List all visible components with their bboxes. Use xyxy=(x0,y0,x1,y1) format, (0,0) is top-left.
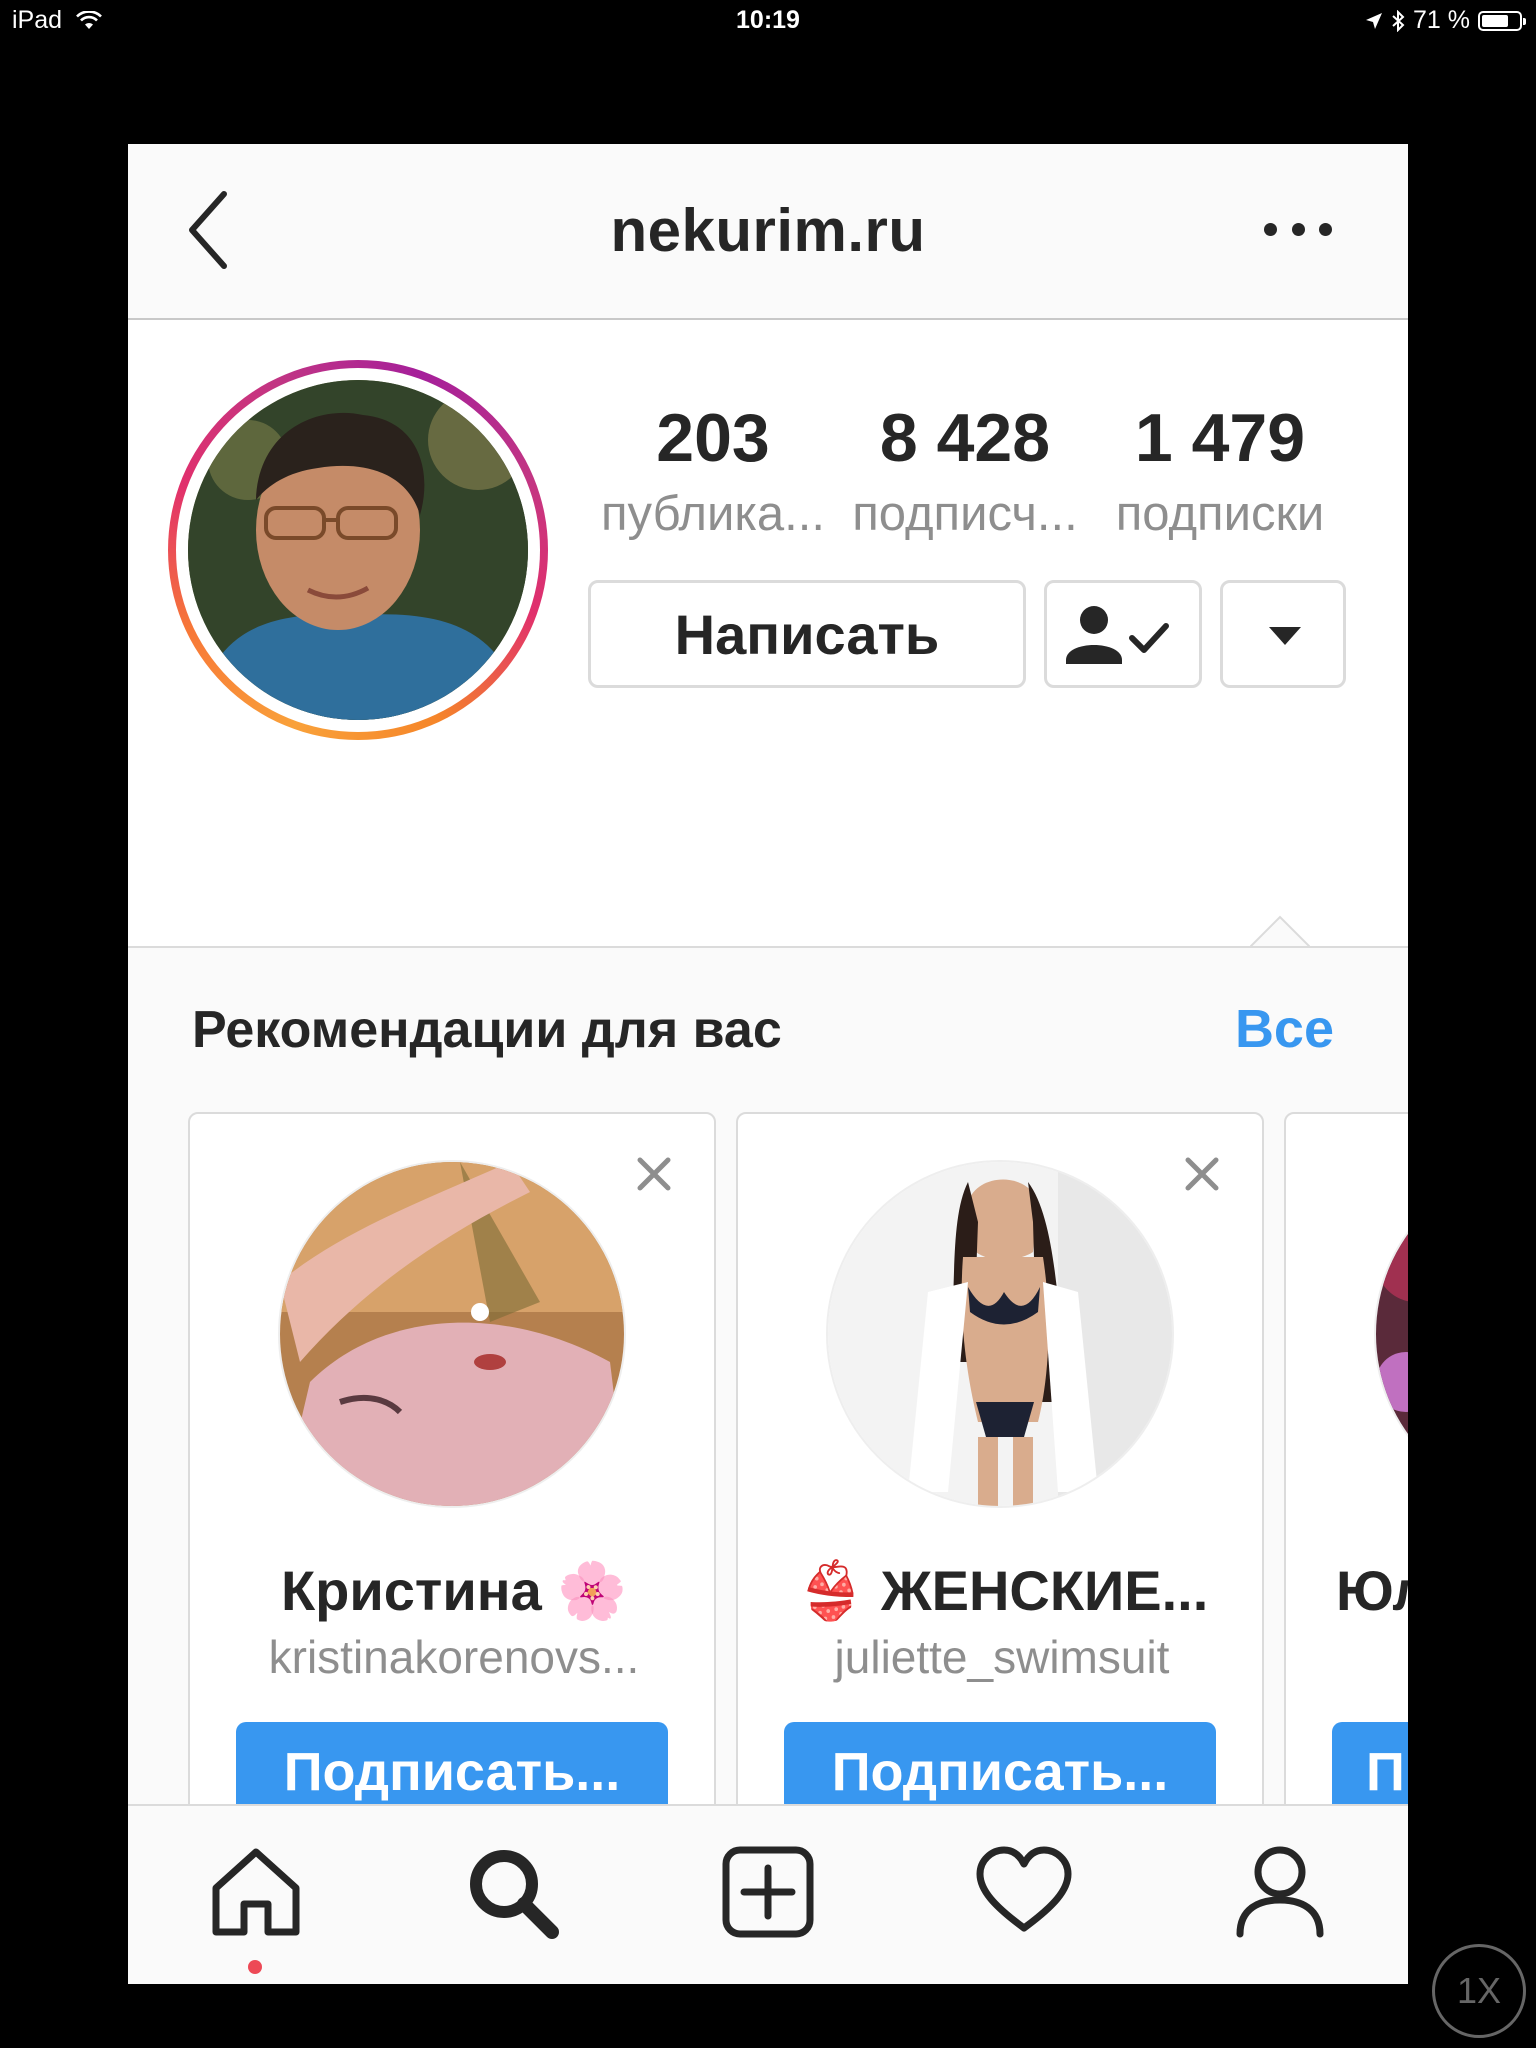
avatar-photo-partial xyxy=(1376,1162,1408,1506)
navigation-bar: nekurim.ru xyxy=(128,144,1408,320)
profile-username-title: nekurim.ru xyxy=(610,197,926,264)
location-arrow-icon xyxy=(1366,12,1383,29)
tab-new-post[interactable] xyxy=(718,1842,818,1942)
stat-value: 203 xyxy=(656,400,770,476)
suggestions-title: Рекомендации для вас xyxy=(192,1001,782,1059)
avatar-photo-man xyxy=(188,380,528,720)
avatar[interactable] xyxy=(826,1160,1174,1508)
see-all-link[interactable]: Все xyxy=(1235,998,1334,1060)
avatar[interactable] xyxy=(278,1160,626,1508)
tab-profile[interactable] xyxy=(1230,1842,1330,1942)
avatar xyxy=(188,380,528,720)
battery-icon xyxy=(1478,10,1526,31)
avatar-photo-woman xyxy=(280,1162,624,1506)
stat-value: 1 479 xyxy=(1134,400,1306,476)
close-icon[interactable] xyxy=(634,1154,674,1194)
instagram-profile-screen: nekurim.ru 203 публика... 8 428 подписч.… xyxy=(128,144,1408,1984)
profile-icon xyxy=(1236,1846,1324,1938)
following-button[interactable] xyxy=(1044,580,1202,688)
add-post-icon xyxy=(722,1846,814,1938)
home-icon xyxy=(212,1848,300,1936)
heart-icon xyxy=(976,1846,1072,1932)
battery-level xyxy=(1482,14,1508,27)
stat-posts[interactable]: 203 публика... xyxy=(593,404,833,542)
stat-value: 8 428 xyxy=(879,400,1051,476)
stat-label: подписч... xyxy=(852,487,1078,541)
tab-activity[interactable] xyxy=(974,1842,1074,1942)
message-button[interactable]: Написать xyxy=(588,580,1026,688)
suggestion-card[interactable]: Кристина 🌸 kristinakorenovs... Подписать… xyxy=(188,1112,716,1872)
suggestion-username: juliette_swimsuit xyxy=(834,1631,1170,1683)
search-icon xyxy=(470,1850,559,1939)
avatar-photo-swimsuit xyxy=(828,1162,1172,1506)
tab-search[interactable] xyxy=(462,1842,562,1942)
triangle-down-icon xyxy=(1269,627,1301,645)
close-icon[interactable] xyxy=(1182,1154,1222,1194)
suggestion-card[interactable]: 👙 ЖЕНСКИЕ... juliette_swimsuit Подписать… xyxy=(736,1112,1264,1872)
profile-avatar-story-ring[interactable] xyxy=(168,360,548,740)
battery-percent: 71 % xyxy=(1413,6,1470,34)
status-bar: iPad 10:19 71 % xyxy=(0,0,1536,40)
more-options-icon[interactable] xyxy=(1264,204,1332,254)
suggestion-name: 👙 ЖЕНСКИЕ... xyxy=(795,1559,1209,1622)
user-check-icon xyxy=(1066,606,1169,664)
bluetooth-icon xyxy=(1392,9,1405,32)
stat-label: подписки xyxy=(1115,487,1325,541)
stat-following[interactable]: 1 479 подписки xyxy=(1100,404,1340,542)
notification-dot xyxy=(248,1960,262,1974)
suggestion-name: Юл xyxy=(1336,1559,1408,1622)
zoom-1x-button[interactable]: 1X xyxy=(1432,1944,1526,2038)
suggestion-username: kristinakorenovs... xyxy=(268,1631,640,1683)
suggestion-card[interactable]: Юл П xyxy=(1284,1112,1408,1872)
suggestions-pointer xyxy=(1250,915,1310,948)
suggestion-name: Кристина 🌸 xyxy=(280,1559,628,1622)
bottom-tab-bar xyxy=(128,1804,1408,1984)
tab-home[interactable] xyxy=(206,1842,306,1974)
stat-label: публика... xyxy=(600,487,826,541)
status-time: 10:19 xyxy=(736,6,800,34)
suggestions-toggle-button[interactable] xyxy=(1220,580,1346,688)
stat-followers[interactable]: 8 428 подписч... xyxy=(845,404,1085,542)
avatar[interactable] xyxy=(1374,1160,1408,1508)
